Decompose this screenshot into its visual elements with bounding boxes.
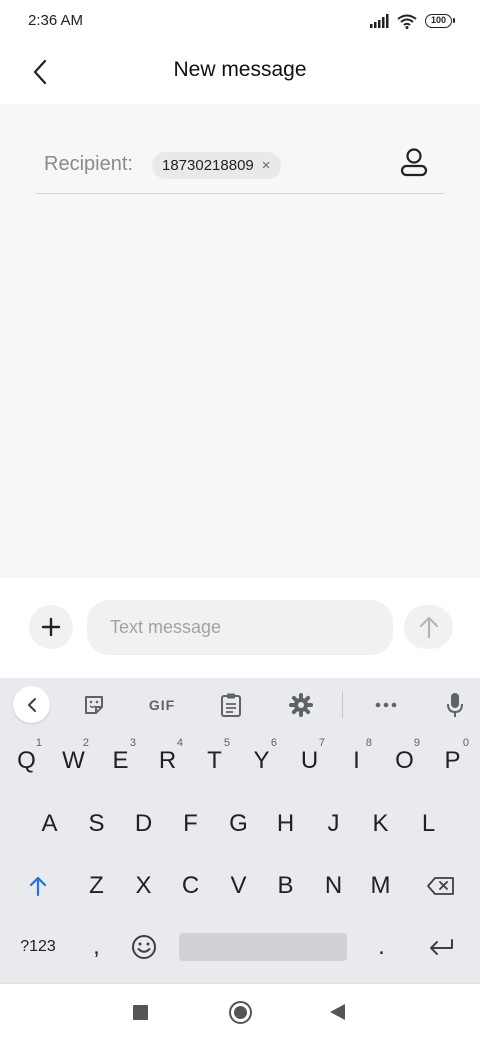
key-s[interactable]: S	[73, 798, 120, 850]
system-nav-bar	[0, 983, 480, 1040]
clipboard-button[interactable]	[213, 687, 249, 723]
key-b[interactable]: B	[262, 860, 309, 912]
key-c[interactable]: C	[167, 860, 214, 912]
gif-label: GIF	[148, 697, 176, 713]
key-h[interactable]: H	[262, 798, 309, 850]
space-key[interactable]	[179, 933, 347, 961]
key-o[interactable]: O9	[381, 735, 428, 787]
recipient-chip-value: 18730218809	[162, 157, 254, 174]
more-button[interactable]	[368, 687, 404, 723]
toolbar-divider	[342, 692, 343, 718]
compose-bar	[0, 578, 480, 678]
key-e[interactable]: E3	[97, 735, 144, 787]
enter-icon	[430, 939, 453, 955]
keyboard: GIF Q 1 W 2 E 3 R 4 T 5 Y 6 U 7 I 8 O 9 …	[0, 678, 480, 983]
shift-key[interactable]	[3, 860, 73, 912]
key-z[interactable]: Z	[73, 860, 120, 912]
period-key[interactable]: .	[358, 921, 405, 973]
sticker-icon	[85, 696, 103, 714]
key-d[interactable]: D	[120, 798, 167, 850]
home-dot	[234, 1006, 247, 1019]
key-r[interactable]: R4	[144, 735, 191, 787]
status-icons: 100	[369, 12, 456, 30]
wifi-icon	[397, 14, 417, 29]
send-button[interactable]	[404, 605, 453, 649]
key-f[interactable]: F	[167, 798, 214, 850]
battery-icon: 100	[424, 14, 456, 28]
emoji-icon	[131, 935, 156, 959]
status-bar: 2:36 AM 100	[0, 0, 480, 40]
enter-key[interactable]	[405, 921, 477, 973]
key-l[interactable]: L	[405, 798, 452, 850]
attach-button[interactable]	[29, 605, 73, 649]
clipboard-icon	[221, 693, 241, 717]
keyboard-toolbar: GIF	[0, 678, 480, 730]
gear-icon	[289, 693, 313, 717]
keyboard-collapse-button[interactable]	[13, 686, 50, 723]
voice-input-button[interactable]	[437, 687, 473, 723]
key-k[interactable]: K	[357, 798, 404, 850]
mic-icon	[447, 693, 463, 717]
keyboard-settings-button[interactable]	[283, 687, 319, 723]
symbols-key[interactable]: ?123	[3, 921, 73, 973]
chip-remove-icon[interactable]: ×	[262, 157, 271, 174]
chevron-left-icon	[27, 697, 36, 712]
signal-icon	[369, 14, 389, 28]
sticker-button[interactable]	[76, 687, 112, 723]
gif-button[interactable]: GIF	[144, 687, 180, 723]
more-horizontal-icon	[375, 702, 397, 708]
key-g[interactable]: G	[215, 798, 262, 850]
recipient-label: Recipient:	[44, 153, 133, 175]
recipient-row: Recipient: 18730218809 ×	[36, 132, 444, 194]
square-icon[interactable]	[133, 1005, 148, 1020]
person-icon	[400, 148, 428, 177]
key-n[interactable]: N	[310, 860, 357, 912]
status-time: 2:36 AM	[28, 12, 84, 29]
recipient-chip[interactable]: 18730218809 ×	[152, 152, 281, 179]
shift-arrow-icon	[29, 876, 47, 897]
emoji-key[interactable]	[120, 921, 167, 973]
key-y[interactable]: Y6	[238, 735, 285, 787]
circle-icon[interactable]	[229, 1001, 252, 1024]
key-p[interactable]: P0	[428, 735, 477, 787]
comma-key[interactable]: ,	[73, 921, 120, 973]
key-v[interactable]: V	[215, 860, 262, 912]
backspace-icon	[427, 877, 454, 895]
plus-icon	[41, 617, 61, 637]
page-title: New message	[173, 58, 307, 81]
key-q[interactable]: Q1	[3, 735, 50, 787]
key-m[interactable]: M	[357, 860, 404, 912]
add-contact-button[interactable]	[398, 146, 430, 178]
backspace-key[interactable]	[405, 860, 477, 912]
key-w[interactable]: W2	[50, 735, 97, 787]
arrow-up-icon	[419, 616, 438, 639]
key-a[interactable]: A	[26, 798, 73, 850]
key-t[interactable]: T5	[191, 735, 238, 787]
key-x[interactable]: X	[120, 860, 167, 912]
triangle-back-icon[interactable]	[330, 1004, 345, 1020]
key-j[interactable]: J	[310, 798, 357, 850]
key-i[interactable]: I8	[333, 735, 380, 787]
message-content-area: Recipient: 18730218809 ×	[0, 104, 480, 578]
key-u[interactable]: U7	[286, 735, 333, 787]
message-input[interactable]	[87, 600, 393, 655]
app-header: New message	[0, 40, 480, 104]
